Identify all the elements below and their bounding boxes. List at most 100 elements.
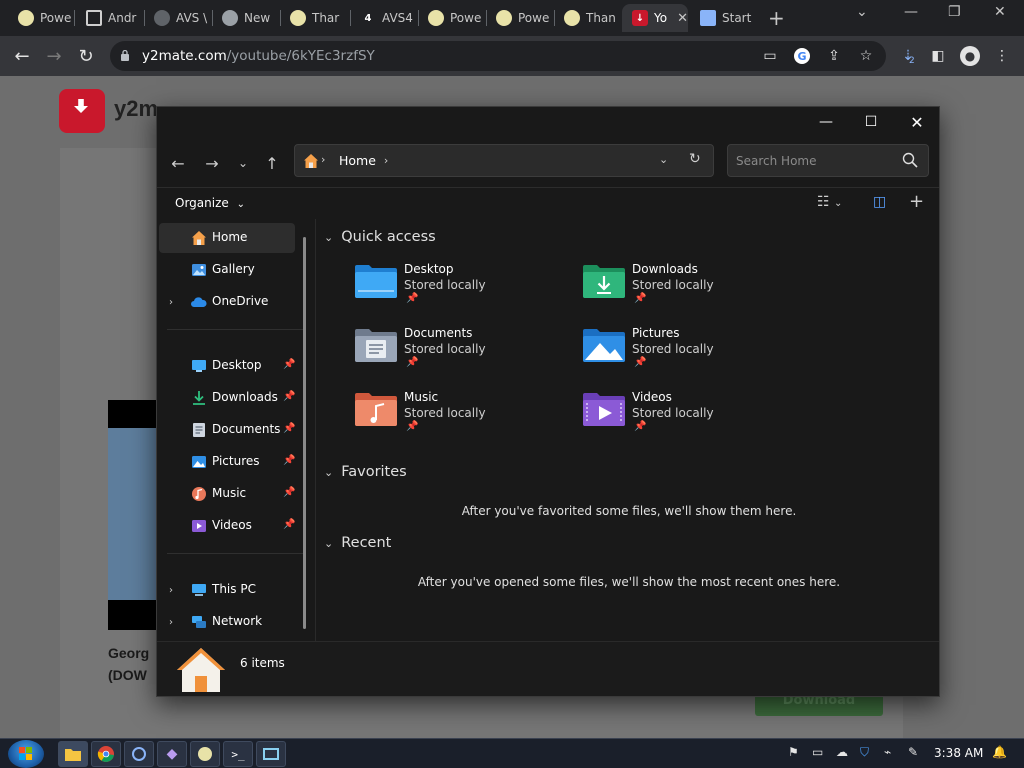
organize-menu-button[interactable]: Organize ⌄ (175, 196, 245, 210)
explorer-minimize-button[interactable]: — (812, 111, 840, 133)
chrome-icon (97, 746, 114, 762)
expand-chevron-icon[interactable]: › (169, 585, 173, 596)
taskbar-file-explorer[interactable] (58, 741, 88, 767)
taskbar-app-7[interactable] (256, 741, 286, 767)
browser-tab-6[interactable]: 4 AVS4 (350, 4, 416, 32)
pin-icon[interactable]: 📌 (283, 391, 295, 402)
forward-button[interactable]: → (42, 44, 66, 68)
pen-icon[interactable]: ✎ (908, 745, 918, 759)
tab-search-chevron-icon[interactable]: ⌄ (856, 4, 868, 20)
up-button[interactable]: ↑ (260, 151, 284, 175)
nav-item-this-pc[interactable]: › This PC (159, 575, 295, 605)
notification-bell-icon[interactable]: 🔔 (992, 745, 1007, 759)
browser-tab-active[interactable]: ↓ Yo ✕ (622, 4, 688, 32)
taskbar-chrome[interactable] (91, 741, 121, 767)
address-bar[interactable]: y2mate.com/youtube/6kYEc3rzfSY ▭ G ⇪ ☆ (110, 41, 886, 71)
desktop-folder-icon (355, 265, 397, 298)
view-options-icon[interactable]: ☷ ⌄ (817, 194, 842, 210)
pin-icon[interactable]: 📌 (283, 519, 295, 530)
breadcrumb-chevron-icon[interactable]: › (384, 154, 388, 167)
explorer-titlebar: — ☐ ✕ (157, 107, 939, 137)
network-tray-icon[interactable]: ⌁ (884, 745, 891, 759)
profile-avatar-icon[interactable]: ● (960, 46, 980, 66)
menu-kebab-icon[interactable]: ⋮ (992, 46, 1012, 66)
video-thumbnail[interactable] (108, 400, 158, 630)
action-center-icon[interactable]: ⚑ (788, 745, 799, 759)
minimize-button[interactable]: — (904, 4, 918, 20)
quick-access-pictures[interactable]: Pictures Stored locally 📌 (582, 326, 782, 375)
quick-access-desktop[interactable]: Desktop Stored locally 📌 (354, 262, 554, 311)
browser-tab-7[interactable]: Powe (418, 4, 484, 32)
close-window-button[interactable]: ✕ (994, 4, 1006, 20)
restore-button[interactable]: ❐ (948, 4, 961, 20)
nav-item-videos[interactable]: Videos 📌 (159, 511, 295, 541)
network-icon (192, 616, 206, 628)
reload-button[interactable]: ↻ (74, 44, 98, 68)
explorer-maximize-button[interactable]: ☐ (857, 111, 885, 133)
search-input[interactable] (736, 152, 896, 170)
browser-tab-2[interactable]: Andr (76, 4, 142, 32)
nav-pane-scrollbar[interactable] (303, 237, 306, 629)
taskbar-clock[interactable]: 3:38 AM (934, 746, 983, 760)
security-shield-icon[interactable]: ⛉ (860, 745, 869, 760)
start-button[interactable] (8, 740, 44, 768)
quick-access-downloads[interactable]: Downloads Stored locally 📌 (582, 262, 782, 311)
browser-tab-11[interactable]: Start (690, 4, 756, 32)
nav-item-desktop[interactable]: Desktop 📌 (159, 351, 295, 381)
quick-access-documents[interactable]: Documents Stored locally 📌 (354, 326, 554, 375)
recent-header[interactable]: ⌄ Recent (324, 535, 391, 551)
browser-tab-1[interactable]: Powe (8, 4, 74, 32)
close-tab-icon[interactable]: ✕ (677, 11, 688, 26)
install-app-icon[interactable]: ▭ (762, 48, 778, 64)
search-icon[interactable] (902, 152, 918, 168)
pin-icon[interactable]: 📌 (283, 487, 295, 498)
browser-tab-4[interactable]: New (212, 4, 278, 32)
google-lens-icon[interactable]: G (794, 48, 810, 64)
quick-access-header[interactable]: ⌄ Quick access (324, 229, 436, 245)
taskbar-app-4[interactable]: ◆ (157, 741, 187, 767)
nav-item-documents[interactable]: Documents 📌 (159, 415, 295, 445)
expand-chevron-icon[interactable]: › (169, 297, 173, 308)
explorer-address-bar[interactable]: › Home › ⌄ ↻ (294, 144, 714, 177)
nav-item-network[interactable]: › Network (159, 607, 295, 637)
browser-tab-8[interactable]: Powe (486, 4, 552, 32)
preview-pane-icon[interactable]: ◫ (873, 194, 886, 210)
nav-item-downloads[interactable]: Downloads 📌 (159, 383, 295, 413)
pin-icon[interactable]: 📌 (283, 359, 295, 370)
expand-chevron-icon[interactable]: › (169, 617, 173, 628)
browser-tab-5[interactable]: Thar (280, 4, 348, 32)
nav-item-music[interactable]: Music 📌 (159, 479, 295, 509)
nav-item-onedrive[interactable]: › OneDrive (159, 287, 295, 317)
new-tab-button[interactable]: + (768, 6, 785, 30)
address-dropdown-icon[interactable]: ⌄ (659, 153, 668, 166)
downloads-icon[interactable]: ⇣ (898, 46, 918, 66)
back-button[interactable]: ← (10, 44, 34, 68)
pin-icon[interactable]: 📌 (283, 455, 295, 466)
taskbar-app-3[interactable] (124, 741, 154, 767)
quick-access-music[interactable]: Music Stored locally 📌 (354, 390, 554, 439)
cloud-icon[interactable]: ☁ (836, 745, 848, 759)
side-panel-icon[interactable]: ◧ (928, 46, 948, 66)
nav-item-pictures[interactable]: Pictures 📌 (159, 447, 295, 477)
bookmark-star-icon[interactable]: ☆ (858, 48, 874, 64)
pin-icon[interactable]: 📌 (283, 423, 295, 434)
share-icon[interactable]: ⇪ (826, 48, 842, 64)
explorer-search-box[interactable] (727, 144, 929, 177)
explorer-forward-button[interactable]: → (200, 151, 224, 175)
add-new-icon[interactable]: + (909, 191, 924, 212)
quick-access-videos[interactable]: Videos Stored locally 📌 (582, 390, 782, 439)
explorer-close-button[interactable]: ✕ (903, 111, 931, 133)
display-icon[interactable]: ▭ (812, 745, 823, 759)
nav-item-gallery[interactable]: Gallery (159, 255, 295, 285)
breadcrumb-home[interactable]: Home (339, 153, 376, 168)
status-bar: 6 items (157, 641, 939, 696)
refresh-icon[interactable]: ↻ (689, 151, 701, 167)
taskbar-app-5[interactable] (190, 741, 220, 767)
browser-tab-9[interactable]: Than (554, 4, 620, 32)
recent-locations-chevron-icon[interactable]: ⌄ (231, 151, 255, 175)
browser-tab-3[interactable]: AVS \ (144, 4, 210, 32)
taskbar-terminal[interactable]: >_ (223, 741, 253, 767)
nav-item-home[interactable]: Home (159, 223, 295, 253)
favorites-header[interactable]: ⌄ Favorites (324, 464, 407, 480)
explorer-back-button[interactable]: ← (166, 151, 190, 175)
